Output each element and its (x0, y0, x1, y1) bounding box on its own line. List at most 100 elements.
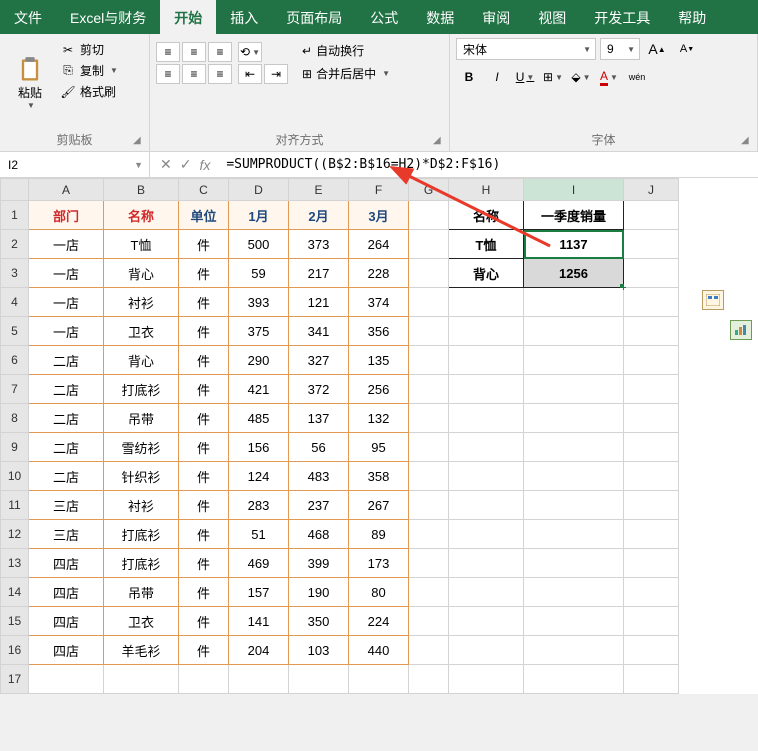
col-header-D[interactable]: D (229, 179, 289, 201)
align-right-button[interactable]: ≡ (208, 64, 232, 84)
row-header-7[interactable]: 7 (1, 375, 29, 404)
cell-A14[interactable]: 四店 (29, 578, 104, 607)
cell-H6[interactable] (449, 346, 524, 375)
orientation-button[interactable]: ⟲▼ (238, 42, 262, 62)
col-header-I[interactable]: I (524, 179, 624, 201)
cell-A5[interactable]: 一店 (29, 317, 104, 346)
cell-B2[interactable]: T恤 (104, 230, 179, 259)
cell-D6[interactable]: 290 (229, 346, 289, 375)
cell-I1[interactable]: 一季度销量 (524, 201, 624, 230)
underline-button[interactable]: U▼ (512, 66, 538, 88)
cell-C1[interactable]: 单位 (179, 201, 229, 230)
cell-J1[interactable] (624, 201, 679, 230)
cell-H17[interactable] (449, 665, 524, 694)
row-header-5[interactable]: 5 (1, 317, 29, 346)
increase-indent-button[interactable]: ⇥ (264, 64, 288, 84)
clipboard-expander[interactable]: ◢ (133, 135, 145, 147)
cell-B5[interactable]: 卫衣 (104, 317, 179, 346)
cell-F8[interactable]: 132 (349, 404, 409, 433)
row-header-4[interactable]: 4 (1, 288, 29, 317)
cell-G8[interactable] (409, 404, 449, 433)
cell-J14[interactable] (624, 578, 679, 607)
cell-D3[interactable]: 59 (229, 259, 289, 288)
cell-C5[interactable]: 件 (179, 317, 229, 346)
cell-H15[interactable] (449, 607, 524, 636)
cell-I17[interactable] (524, 665, 624, 694)
cell-D17[interactable] (229, 665, 289, 694)
tab-excel-finance[interactable]: Excel与财务 (56, 0, 160, 34)
cell-A13[interactable]: 四店 (29, 549, 104, 578)
autofill-options-button[interactable] (702, 290, 724, 310)
formula-input[interactable] (220, 157, 758, 172)
cell-E10[interactable]: 483 (289, 462, 349, 491)
cell-E3[interactable]: 217 (289, 259, 349, 288)
cell-C4[interactable]: 件 (179, 288, 229, 317)
cell-C10[interactable]: 件 (179, 462, 229, 491)
cell-E2[interactable]: 373 (289, 230, 349, 259)
tab-dev[interactable]: 开发工具 (580, 0, 664, 34)
tab-view[interactable]: 视图 (524, 0, 580, 34)
cell-I7[interactable] (524, 375, 624, 404)
cell-H2[interactable]: T恤 (449, 230, 524, 259)
cell-G7[interactable] (409, 375, 449, 404)
cell-D5[interactable]: 375 (229, 317, 289, 346)
cell-D7[interactable]: 421 (229, 375, 289, 404)
cell-D16[interactable]: 204 (229, 636, 289, 665)
cell-A9[interactable]: 二店 (29, 433, 104, 462)
cell-J12[interactable] (624, 520, 679, 549)
decrease-indent-button[interactable]: ⇤ (238, 64, 262, 84)
cell-F2[interactable]: 264 (349, 230, 409, 259)
cell-G13[interactable] (409, 549, 449, 578)
cell-D1[interactable]: 1月 (229, 201, 289, 230)
row-header-13[interactable]: 13 (1, 549, 29, 578)
cell-J11[interactable] (624, 491, 679, 520)
name-box[interactable]: ▼ (0, 152, 150, 177)
cancel-formula-button[interactable]: ✕ (160, 156, 172, 173)
row-header-9[interactable]: 9 (1, 433, 29, 462)
cell-F13[interactable]: 173 (349, 549, 409, 578)
cell-A1[interactable]: 部门 (29, 201, 104, 230)
cell-I11[interactable] (524, 491, 624, 520)
cell-F3[interactable]: 228 (349, 259, 409, 288)
tab-formulas[interactable]: 公式 (356, 0, 412, 34)
cell-E4[interactable]: 121 (289, 288, 349, 317)
cell-H3[interactable]: 背心 (449, 259, 524, 288)
font-size-dropdown[interactable]: 9 ▼ (600, 38, 640, 60)
merge-center-button[interactable]: ⊞ 合并后居中 ▼ (302, 65, 390, 82)
row-header-14[interactable]: 14 (1, 578, 29, 607)
cell-G9[interactable] (409, 433, 449, 462)
cell-E6[interactable]: 327 (289, 346, 349, 375)
cell-C16[interactable]: 件 (179, 636, 229, 665)
cell-G14[interactable] (409, 578, 449, 607)
cell-A3[interactable]: 一店 (29, 259, 104, 288)
cell-B9[interactable]: 雪纺衫 (104, 433, 179, 462)
fx-button[interactable]: fx (199, 157, 210, 173)
align-bottom-button[interactable]: ≡ (208, 42, 232, 62)
cell-C9[interactable]: 件 (179, 433, 229, 462)
cell-G6[interactable] (409, 346, 449, 375)
fill-color-button[interactable]: ⬙▼ (568, 66, 594, 88)
cell-G15[interactable] (409, 607, 449, 636)
cell-A15[interactable]: 四店 (29, 607, 104, 636)
cell-A2[interactable]: 一店 (29, 230, 104, 259)
quick-analysis-button[interactable] (730, 320, 752, 340)
align-middle-button[interactable]: ≡ (182, 42, 206, 62)
col-header-H[interactable]: H (449, 179, 524, 201)
col-header-B[interactable]: B (104, 179, 179, 201)
cell-I6[interactable] (524, 346, 624, 375)
cell-J13[interactable] (624, 549, 679, 578)
cell-I4[interactable] (524, 288, 624, 317)
cell-J10[interactable] (624, 462, 679, 491)
cell-E9[interactable]: 56 (289, 433, 349, 462)
format-painter-button[interactable]: 🖌 格式刷 (58, 82, 120, 101)
row-header-3[interactable]: 3 (1, 259, 29, 288)
cell-H7[interactable] (449, 375, 524, 404)
cell-F5[interactable]: 356 (349, 317, 409, 346)
row-header-11[interactable]: 11 (1, 491, 29, 520)
cell-F4[interactable]: 374 (349, 288, 409, 317)
cell-H12[interactable] (449, 520, 524, 549)
cell-D4[interactable]: 393 (229, 288, 289, 317)
align-top-button[interactable]: ≡ (156, 42, 180, 62)
row-header-1[interactable]: 1 (1, 201, 29, 230)
phonetic-button[interactable]: wén (624, 66, 650, 88)
